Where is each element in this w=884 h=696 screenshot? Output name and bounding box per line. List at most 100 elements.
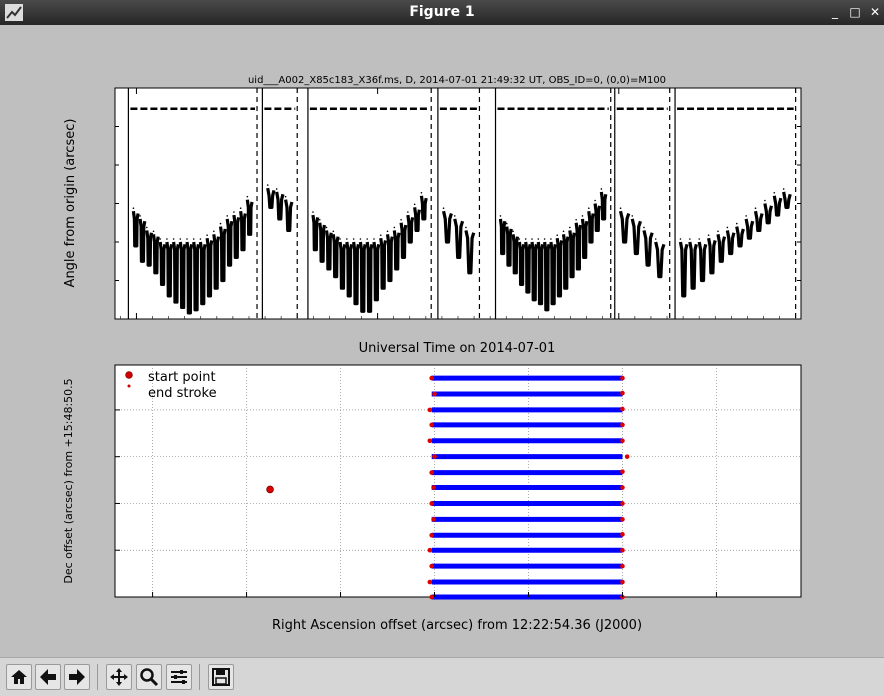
trace-point xyxy=(689,238,691,240)
figure-svg: uid___A002_X85c183_X36f.ms, D, 2014-07-0… xyxy=(62,75,802,633)
end-stroke-point xyxy=(620,375,625,381)
angle-trace xyxy=(331,234,340,279)
trace-point xyxy=(400,218,402,221)
end-stroke-point xyxy=(620,422,625,428)
end-stroke-point xyxy=(429,594,434,600)
trace-point xyxy=(581,215,584,217)
trace-point xyxy=(698,238,701,240)
angle-trace xyxy=(536,241,545,306)
legend-end-marker xyxy=(127,384,131,388)
trace-point xyxy=(233,211,235,213)
end-stroke-point xyxy=(620,485,625,490)
trace-point xyxy=(619,207,622,209)
end-stroke-point xyxy=(620,469,625,474)
trace-point xyxy=(318,218,321,221)
trace-point xyxy=(325,226,328,229)
trace-point xyxy=(631,215,634,217)
save-icon xyxy=(212,668,230,686)
zoom-icon xyxy=(140,668,159,687)
trace-point xyxy=(465,226,467,229)
trace-point xyxy=(499,215,502,217)
end-stroke-point xyxy=(431,485,436,490)
angle-trace xyxy=(138,218,147,263)
trace-point xyxy=(569,226,571,229)
pan-button[interactable] xyxy=(106,664,132,690)
trace-point xyxy=(726,226,729,229)
angle-trace xyxy=(225,218,234,267)
trace-point xyxy=(773,192,776,194)
angle-trace xyxy=(172,241,180,304)
end-stroke-point xyxy=(620,563,625,569)
zoom-button[interactable] xyxy=(136,664,162,690)
trace-point xyxy=(146,226,148,229)
angle-trace xyxy=(561,234,570,290)
trace-point xyxy=(275,188,278,190)
end-stroke-point xyxy=(427,579,433,585)
angle-trace xyxy=(517,241,526,286)
trace-point xyxy=(512,230,514,233)
angle-trace xyxy=(505,226,513,267)
trace-point xyxy=(332,230,335,233)
angle-trace xyxy=(239,210,247,252)
trace-point xyxy=(379,234,382,236)
trace-point xyxy=(179,238,182,240)
trace-point xyxy=(543,238,546,240)
back-button[interactable] xyxy=(35,664,61,690)
end-stroke-point xyxy=(620,438,625,444)
end-stroke-point xyxy=(429,532,434,538)
angle-trace xyxy=(524,241,532,294)
angle-trace xyxy=(165,241,174,298)
forward-button[interactable] xyxy=(64,664,90,690)
angle-trace xyxy=(385,234,394,283)
angle-trace xyxy=(185,241,194,315)
trace-point xyxy=(192,238,195,240)
end-stroke-point xyxy=(429,375,434,381)
home-button[interactable] xyxy=(6,664,32,690)
end-stroke-point xyxy=(427,407,433,413)
angle-trace xyxy=(549,241,557,306)
angle-trace xyxy=(324,230,333,271)
trace-point xyxy=(420,192,423,194)
trace-point xyxy=(782,188,785,190)
trace-point xyxy=(453,215,456,217)
trace-point xyxy=(442,207,445,209)
trace-point xyxy=(359,238,362,240)
end-stroke-point xyxy=(431,517,436,522)
angle-trace xyxy=(574,222,583,271)
trace-point xyxy=(312,211,314,213)
end-stroke-point xyxy=(427,438,433,444)
trace-point xyxy=(537,238,540,240)
maximize-button[interactable]: □ xyxy=(846,4,864,21)
window-titlebar: Figure 1 _ □ ✕ xyxy=(0,0,884,25)
figure-canvas[interactable]: uid___A002_X85c183_X36f.ms, D, 2014-07-0… xyxy=(2,25,882,657)
trace-point xyxy=(643,226,645,229)
toolbar-separator xyxy=(97,664,98,690)
angle-time-plot: uid___A002_X85c183_X36f.ms, D, 2014-07-0… xyxy=(63,75,802,356)
angle-trace xyxy=(580,218,589,259)
trace-point xyxy=(132,207,135,209)
subplots-button[interactable] xyxy=(166,664,192,690)
trace-point xyxy=(246,195,249,198)
trace-point xyxy=(518,238,521,240)
angle-trace xyxy=(178,241,187,310)
trace-point xyxy=(556,234,559,236)
minimize-button[interactable]: _ xyxy=(826,4,844,21)
angle-trace xyxy=(568,230,576,279)
trace-point xyxy=(352,238,355,240)
back-icon xyxy=(40,669,56,685)
close-button[interactable]: ✕ xyxy=(866,4,884,21)
trace-point xyxy=(745,215,747,217)
subplots-icon xyxy=(171,670,187,684)
window-title: Figure 1 xyxy=(409,4,475,20)
offset-scatter-plot: start point end stroke Dec offset (arcse… xyxy=(62,364,802,633)
trace-point xyxy=(600,188,603,190)
trace-point xyxy=(707,234,710,236)
angle-trace xyxy=(218,226,227,283)
navigation-toolbar xyxy=(0,657,884,696)
angle-trace xyxy=(365,241,374,313)
trace-point xyxy=(413,203,416,206)
trace-point xyxy=(679,238,682,240)
legend-start-marker xyxy=(125,371,133,379)
trace-point xyxy=(550,238,552,240)
save-button[interactable] xyxy=(208,664,234,690)
